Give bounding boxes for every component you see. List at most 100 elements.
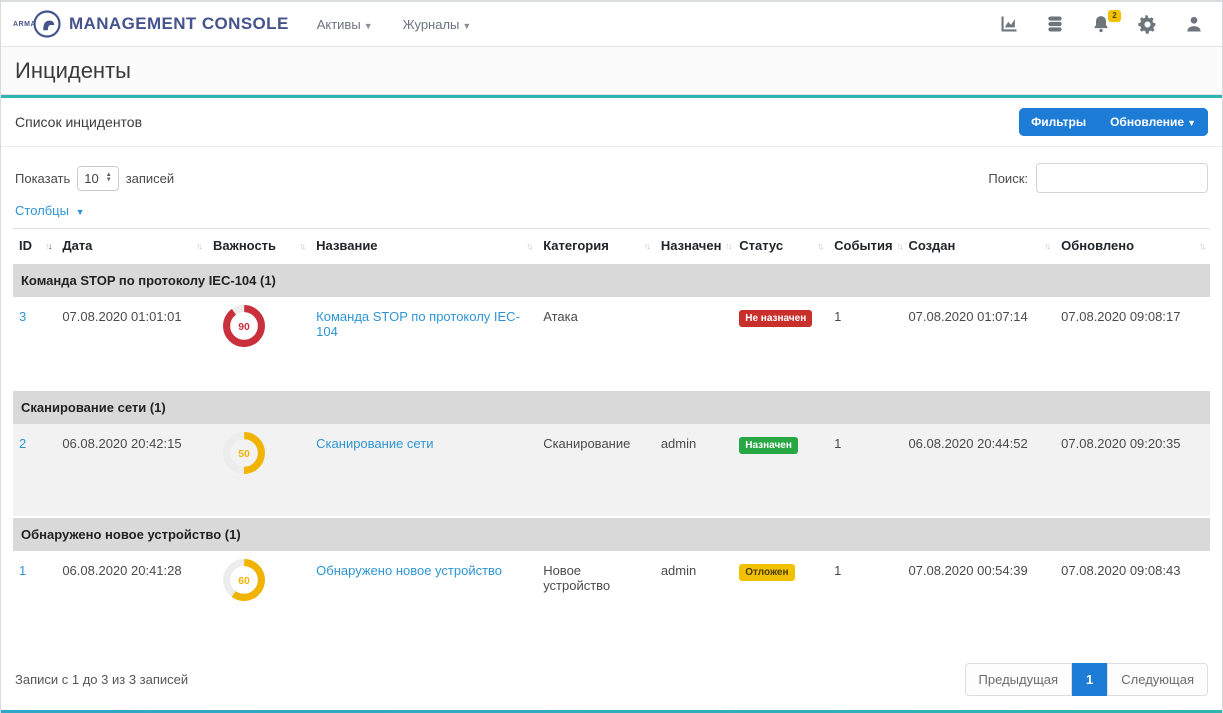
next-page-button[interactable]: Следующая [1107, 663, 1208, 696]
incident-events: 1 [828, 551, 902, 644]
col-header-severity[interactable]: Важность↑↓ [207, 229, 310, 264]
group-header-row: Сканирование сети (1) [13, 390, 1210, 424]
col-header-date[interactable]: Дата↑↓ [56, 229, 207, 264]
severity-donut: 90 [221, 303, 267, 352]
database-icon[interactable] [1045, 14, 1065, 34]
group-header-row: Обнаружено новое устройство (1) [13, 517, 1210, 551]
incident-id-link[interactable]: 1 [19, 563, 26, 578]
entries-label: записей [126, 171, 174, 186]
incident-id-link[interactable]: 2 [19, 436, 26, 451]
incident-name-link[interactable]: Сканирование сети [316, 436, 433, 451]
group-header-row: Команда STOP по протоколу IEC-104 (1) [13, 263, 1210, 297]
table-row: 1 06.08.2020 20:41:28 60 Обнаружено ново… [13, 551, 1210, 644]
table-footer: Записи с 1 до 3 из 3 записей Предыдущая … [1, 649, 1222, 710]
incident-events: 1 [828, 297, 902, 390]
notification-badge: 2 [1108, 10, 1121, 22]
search-control: Поиск: [988, 163, 1208, 193]
col-header-category[interactable]: Категория↑↓ [537, 229, 655, 264]
card-title: Список инцидентов [15, 114, 142, 130]
incident-category: Сканирование [537, 424, 655, 517]
group-title: Обнаружено новое устройство (1) [13, 517, 1210, 551]
incidents-table: ID↑↓ Дата↑↓ Важность↑↓ Название↑↓ Катего… [13, 228, 1210, 644]
col-header-status[interactable]: Статус↑↓ [733, 229, 828, 264]
incident-assignee: admin [655, 551, 733, 644]
incident-name-link[interactable]: Команда STOP по протоколу IEC-104 [316, 309, 520, 339]
navbar-icons: 2 [999, 14, 1204, 35]
bell-icon[interactable]: 2 [1091, 14, 1111, 34]
page-size-select[interactable]: 10 ▲▼ [77, 166, 118, 191]
svg-text:50: 50 [238, 449, 250, 460]
incident-created: 07.08.2020 00:54:39 [902, 551, 1055, 644]
col-header-assignee[interactable]: Назначен↑↓ [655, 229, 733, 264]
table-header-row: ID↑↓ Дата↑↓ Важность↑↓ Название↑↓ Катего… [13, 229, 1210, 264]
col-header-id[interactable]: ID↑↓ [13, 229, 56, 264]
incident-updated: 07.08.2020 09:08:17 [1055, 297, 1210, 390]
sort-icon: ↑↓ [897, 241, 902, 251]
main-menu: Активы▼ Журналы▼ [317, 17, 472, 32]
incident-events: 1 [828, 424, 902, 517]
incident-id-link[interactable]: 3 [19, 309, 26, 324]
incident-category: Новое устройство [537, 551, 655, 644]
gear-icon[interactable] [1137, 14, 1158, 35]
search-label: Поиск: [988, 171, 1028, 186]
card-header: Список инцидентов Фильтры Обновление▼ [1, 98, 1222, 147]
menu-journals[interactable]: Журналы▼ [403, 17, 472, 32]
filters-button[interactable]: Фильтры [1019, 108, 1098, 136]
sort-icon: ↑↓ [1044, 241, 1049, 251]
col-header-name[interactable]: Название↑↓ [310, 229, 537, 264]
incident-date: 06.08.2020 20:41:28 [56, 551, 207, 644]
svg-text:60: 60 [238, 576, 250, 587]
page-title: Инциденты [15, 58, 131, 84]
analytics-icon[interactable] [999, 14, 1019, 34]
sort-icon: ↑↓ [526, 241, 531, 251]
sort-icon: ↑↓ [45, 241, 50, 251]
incident-created: 07.08.2020 01:07:14 [902, 297, 1055, 390]
col-header-created[interactable]: Создан↑↓ [902, 229, 1055, 264]
chevron-down-icon: ▼ [1187, 118, 1196, 128]
sort-icon: ↑↓ [725, 241, 730, 251]
status-badge: Отложен [739, 564, 794, 581]
table-row: 3 07.08.2020 01:01:01 90 Команда STOP по… [13, 297, 1210, 390]
sort-icon: ↑↓ [1199, 241, 1204, 251]
col-header-events[interactable]: События↑↓ [828, 229, 902, 264]
arma-helmet-icon [32, 9, 62, 39]
severity-donut: 50 [221, 430, 267, 479]
chevron-down-icon: ▼ [76, 207, 85, 217]
table-controls: Показать 10 ▲▼ записей Поиск: [1, 147, 1222, 199]
incident-updated: 07.08.2020 09:08:43 [1055, 551, 1210, 644]
col-header-updated[interactable]: Обновлено↑↓ [1055, 229, 1210, 264]
show-label: Показать [15, 171, 70, 186]
table-row: 2 06.08.2020 20:42:15 50 Сканирование се… [13, 424, 1210, 517]
status-badge: Назначен [739, 437, 798, 454]
refresh-button[interactable]: Обновление▼ [1098, 108, 1208, 136]
incident-category: Атака [537, 297, 655, 390]
arma-logo-text: ARMA [13, 21, 36, 28]
incidents-card: Список инцидентов Фильтры Обновление▼ По… [1, 95, 1222, 710]
sort-icon: ↑↓ [299, 241, 304, 251]
brand-logo[interactable]: ARMA MANAGEMENT CONSOLE [13, 9, 289, 39]
columns-button[interactable]: Столбцы ▼ [15, 203, 85, 218]
group-title: Команда STOP по протоколу IEC-104 (1) [13, 263, 1210, 297]
sort-icon: ↑↓ [196, 241, 201, 251]
prev-page-button[interactable]: Предыдущая [965, 663, 1073, 696]
chevron-down-icon: ▼ [462, 21, 471, 31]
columns-control: Столбцы ▼ [1, 199, 1222, 228]
pagination: Предыдущая 1 Следующая [965, 663, 1208, 696]
incident-assignee: admin [655, 424, 733, 517]
page-title-bar: Инциденты [1, 47, 1222, 95]
card-actions: Фильтры Обновление▼ [1019, 108, 1208, 136]
group-title: Сканирование сети (1) [13, 390, 1210, 424]
sort-icon: ↑↓ [644, 241, 649, 251]
incident-assignee [655, 297, 733, 390]
incident-created: 06.08.2020 20:44:52 [902, 424, 1055, 517]
status-badge: Не назначен [739, 310, 812, 327]
app-root: ARMA MANAGEMENT CONSOLE Активы▼ Журналы▼ [0, 0, 1223, 713]
sort-icon: ↑↓ [817, 241, 822, 251]
top-navbar: ARMA MANAGEMENT CONSOLE Активы▼ Журналы▼ [1, 0, 1222, 47]
page-1-button[interactable]: 1 [1072, 663, 1107, 696]
user-icon[interactable] [1184, 14, 1204, 34]
incidents-table-wrap: ID↑↓ Дата↑↓ Важность↑↓ Название↑↓ Катего… [1, 228, 1222, 649]
incident-name-link[interactable]: Обнаружено новое устройство [316, 563, 502, 578]
search-input[interactable] [1036, 163, 1208, 193]
menu-assets[interactable]: Активы▼ [317, 17, 373, 32]
